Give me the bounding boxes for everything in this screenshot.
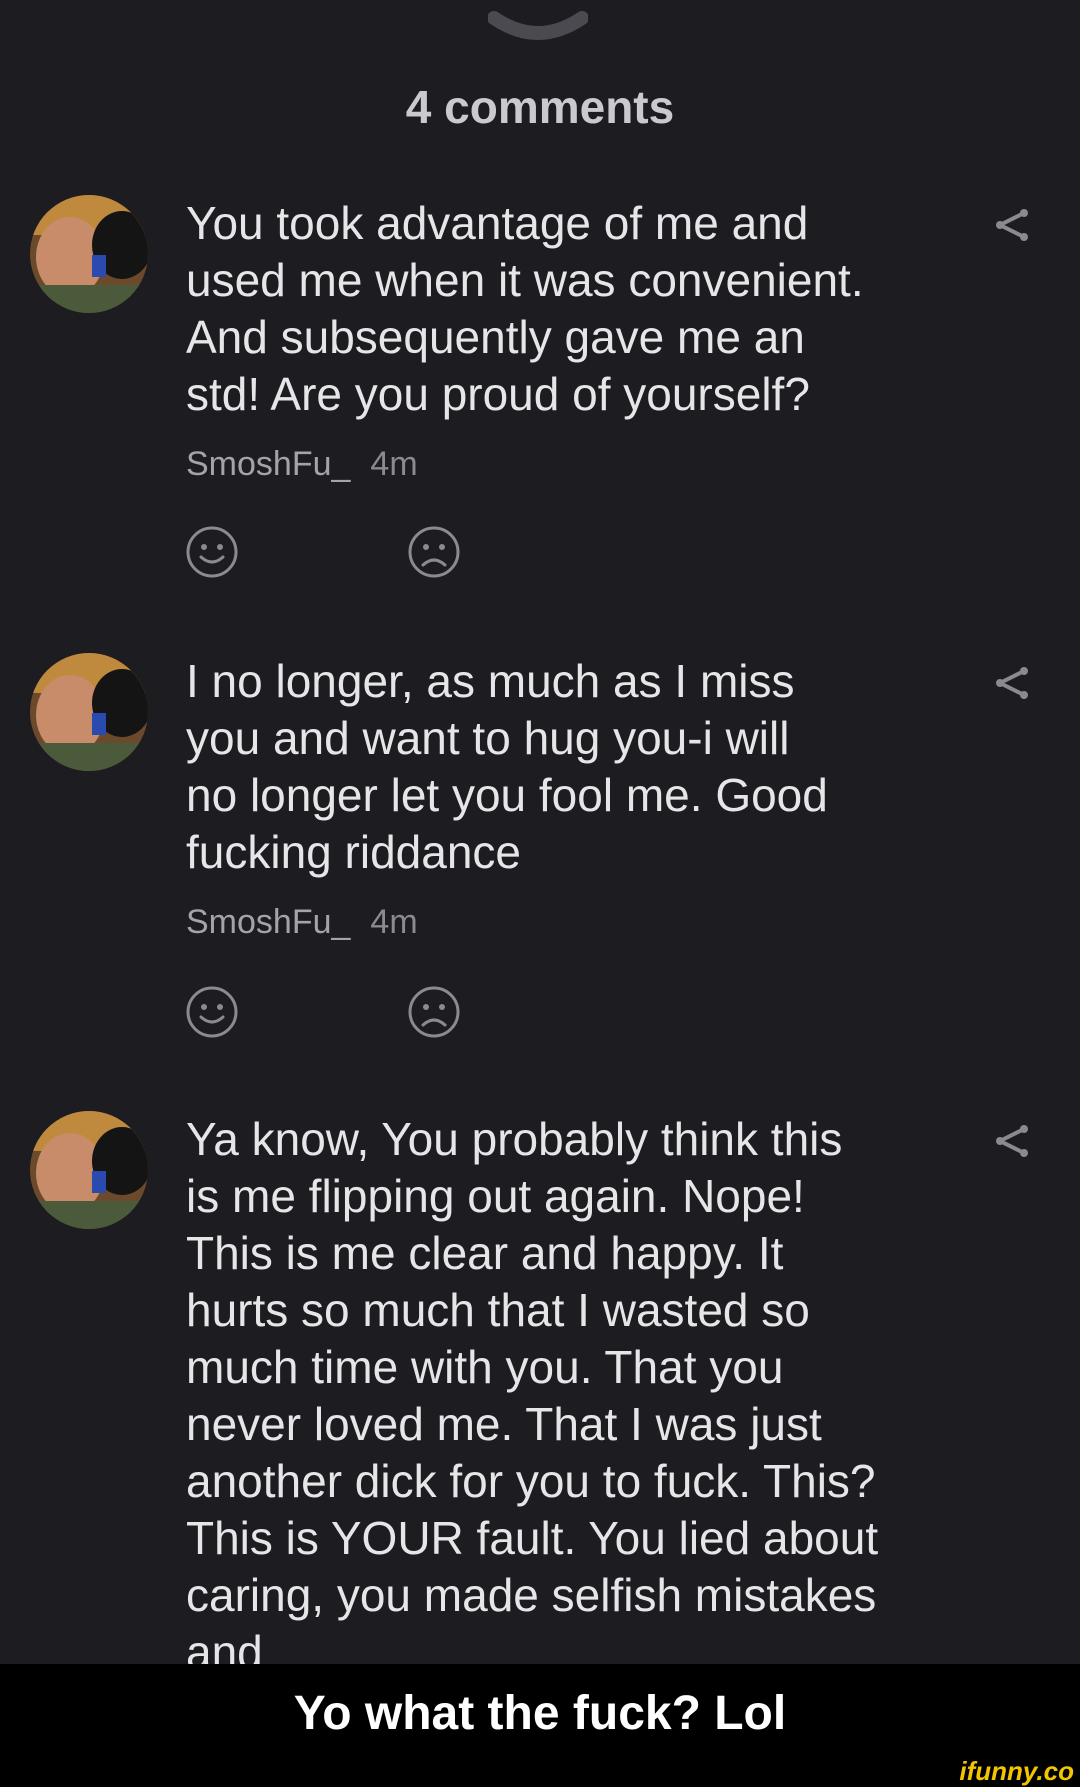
comment-time: 4m bbox=[370, 445, 418, 483]
comment-time: 4m bbox=[370, 903, 418, 941]
share-icon[interactable] bbox=[992, 1121, 1032, 1161]
caption-bar: Yo what the fuck? Lol bbox=[0, 1664, 1080, 1762]
comment-author[interactable]: SmoshFu_ bbox=[186, 903, 350, 941]
frown-icon[interactable] bbox=[407, 525, 461, 579]
comments-sheet: 4 comments You took advantage of me and … bbox=[0, 0, 1080, 1664]
share-icon[interactable] bbox=[992, 663, 1032, 703]
smile-icon[interactable] bbox=[185, 985, 239, 1039]
avatar[interactable] bbox=[30, 195, 148, 313]
comment-meta: SmoshFu_ 4m bbox=[186, 903, 418, 942]
comments-count-title: 4 comments bbox=[405, 81, 675, 133]
meme-caption: Yo what the fuck? Lol bbox=[293, 1687, 787, 1740]
comment-meta: SmoshFu_ 4m bbox=[186, 445, 418, 484]
comment-text: I no longer, as much as I miss you and w… bbox=[186, 655, 828, 878]
comment-item: You took advantage of me and used me whe… bbox=[0, 195, 1080, 595]
footer-bar: ifunny.co bbox=[0, 1756, 1080, 1787]
share-icon[interactable] bbox=[992, 205, 1032, 245]
chevron-down-icon[interactable] bbox=[488, 10, 588, 46]
smile-icon[interactable] bbox=[185, 525, 239, 579]
frown-icon[interactable] bbox=[407, 985, 461, 1039]
comment-item: Ya know, You probably think this is me f… bbox=[0, 1111, 1080, 1664]
comment-text: You took advantage of me and used me whe… bbox=[186, 197, 864, 420]
comment-item: I no longer, as much as I miss you and w… bbox=[0, 653, 1080, 1053]
avatar[interactable] bbox=[30, 1111, 148, 1229]
comment-text: Ya know, You probably think this is me f… bbox=[186, 1113, 879, 1664]
watermark-logo: ifunny.co bbox=[959, 1756, 1074, 1786]
avatar[interactable] bbox=[30, 653, 148, 771]
comment-author[interactable]: SmoshFu_ bbox=[186, 445, 350, 483]
